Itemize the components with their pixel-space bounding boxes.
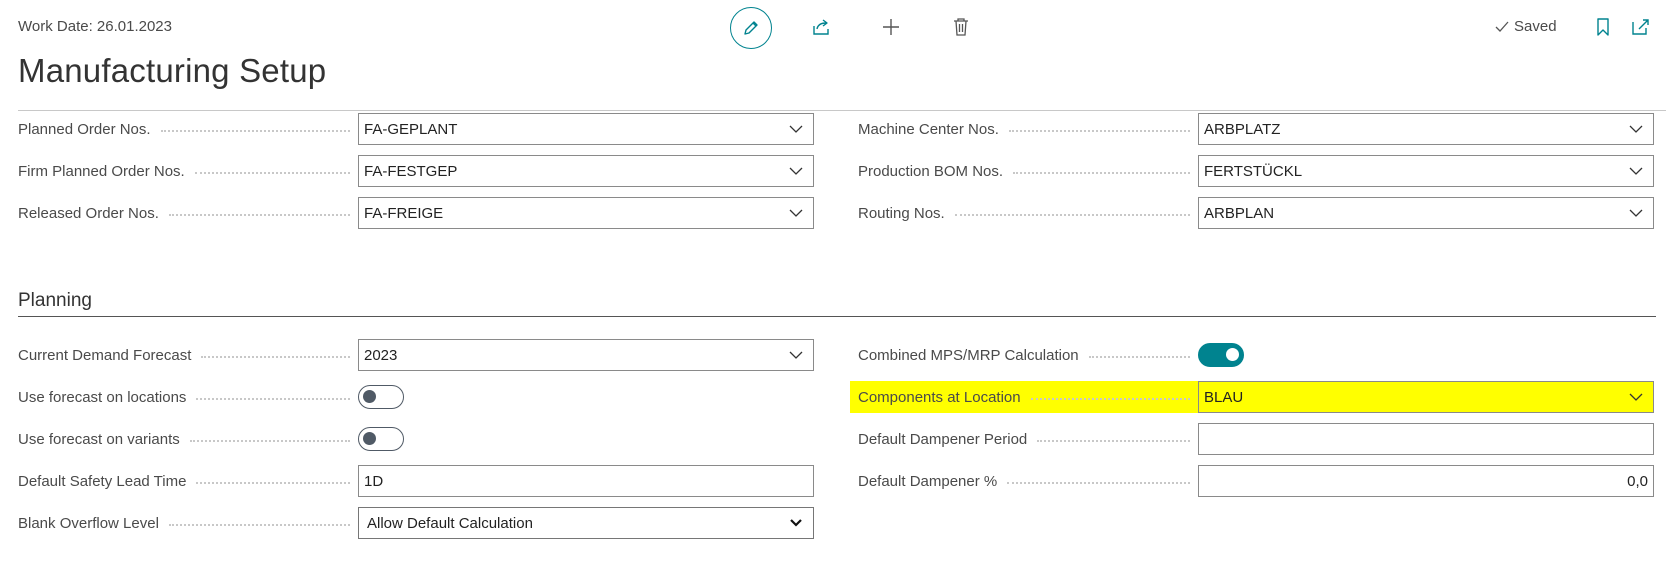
- production-bom-nos-field[interactable]: FERTSTÜCKL: [1198, 155, 1654, 187]
- chevron-down-icon[interactable]: [789, 164, 803, 178]
- chevron-down-icon[interactable]: [789, 122, 803, 136]
- combined-mps-mrp-row: Combined MPS/MRP Calculation: [858, 339, 1654, 371]
- field-value: 1D: [364, 472, 384, 490]
- field-label: Use forecast on variants: [18, 430, 180, 448]
- work-date[interactable]: Work Date: 26.01.2023: [18, 18, 172, 35]
- toggle-knob: [363, 390, 376, 403]
- bookmark-button[interactable]: [1590, 14, 1616, 40]
- delete-button[interactable]: [948, 14, 974, 40]
- trash-icon: [954, 18, 968, 36]
- open-in-new-window-icon: [1632, 19, 1649, 35]
- current-demand-forecast-field[interactable]: 2023: [358, 339, 814, 371]
- field-label: Default Dampener %: [858, 472, 998, 490]
- chevron-down-icon[interactable]: [1629, 164, 1643, 178]
- checkmark-icon: [1495, 21, 1509, 32]
- use-forecast-variants-toggle[interactable]: [358, 427, 404, 451]
- planning-section-title[interactable]: Planning: [18, 290, 92, 312]
- field-value: FERTSTÜCKL: [1204, 162, 1303, 180]
- open-new-window-button[interactable]: [1628, 14, 1654, 40]
- current-demand-forecast-row: Current Demand Forecast 2023: [18, 339, 814, 371]
- firm-planned-order-nos-field[interactable]: FA-FESTGEP: [358, 155, 814, 187]
- routing-nos-field[interactable]: ARBPLAN: [1198, 197, 1654, 229]
- planned-order-nos-row: Planned Order Nos. FA-GEPLANT: [18, 113, 814, 145]
- new-button[interactable]: [878, 14, 904, 40]
- field-value: BLAU: [1204, 388, 1244, 406]
- field-label: Default Dampener Period: [858, 430, 1028, 448]
- pencil-icon: [744, 21, 758, 35]
- edit-button[interactable]: [730, 7, 772, 49]
- field-label: Default Safety Lead Time: [18, 472, 187, 490]
- machine-center-nos-row: Machine Center Nos. ARBPLATZ: [858, 113, 1654, 145]
- field-label: Firm Planned Order Nos.: [18, 162, 185, 180]
- field-label: Planned Order Nos.: [18, 120, 151, 138]
- field-value: 2023: [364, 346, 398, 364]
- blank-overflow-level-row: Blank Overflow Level Allow Default Calcu…: [18, 507, 814, 539]
- share-button[interactable]: [808, 14, 834, 40]
- default-dampener-pct-row: Default Dampener % 0,0: [858, 465, 1654, 497]
- field-label: Routing Nos.: [858, 204, 945, 222]
- bookmark-icon: [1597, 18, 1609, 36]
- field-value: Allow Default Calculation: [367, 514, 533, 532]
- combined-mps-mrp-toggle[interactable]: [1198, 343, 1244, 367]
- chevron-down-icon[interactable]: [789, 516, 803, 530]
- use-forecast-locations-row: Use forecast on locations: [18, 381, 814, 413]
- released-order-nos-row: Released Order Nos. FA-FREIGE: [18, 197, 814, 229]
- toggle-knob: [1226, 348, 1239, 361]
- field-value: FA-FREIGE: [364, 204, 444, 222]
- field-value: ARBPLATZ: [1204, 120, 1281, 138]
- chevron-down-icon[interactable]: [789, 206, 803, 220]
- planned-order-nos-field[interactable]: FA-GEPLANT: [358, 113, 814, 145]
- plus-icon: [883, 19, 899, 35]
- field-value: FA-GEPLANT: [364, 120, 458, 138]
- components-at-location-row: Components at Location BLAU: [850, 381, 1654, 413]
- page-title: Manufacturing Setup: [18, 52, 327, 89]
- machine-center-nos-field[interactable]: ARBPLATZ: [1198, 113, 1654, 145]
- field-label: Blank Overflow Level: [18, 514, 159, 532]
- field-label: Released Order Nos.: [18, 204, 159, 222]
- field-value: 0,0: [1627, 472, 1648, 490]
- use-forecast-variants-row: Use forecast on variants: [18, 423, 814, 455]
- released-order-nos-field[interactable]: FA-FREIGE: [358, 197, 814, 229]
- field-label: Combined MPS/MRP Calculation: [858, 346, 1079, 364]
- firm-planned-order-nos-row: Firm Planned Order Nos. FA-FESTGEP: [18, 155, 814, 187]
- default-safety-lead-time-row: Default Safety Lead Time 1D: [18, 465, 814, 497]
- header-divider: [18, 110, 1666, 111]
- field-label: Machine Center Nos.: [858, 120, 999, 138]
- toggle-knob: [363, 432, 376, 445]
- section-divider: [18, 316, 1656, 317]
- chevron-down-icon[interactable]: [1629, 390, 1643, 404]
- default-dampener-period-row: Default Dampener Period: [858, 423, 1654, 455]
- components-at-location-field[interactable]: BLAU: [1198, 381, 1654, 413]
- saved-status: Saved: [1494, 18, 1557, 35]
- default-dampener-pct-field[interactable]: 0,0: [1198, 465, 1654, 497]
- share-icon: [813, 19, 829, 35]
- use-forecast-locations-toggle[interactable]: [358, 385, 404, 409]
- default-dampener-period-field[interactable]: [1198, 423, 1654, 455]
- field-label: Components at Location: [858, 388, 1021, 406]
- production-bom-nos-row: Production BOM Nos. FERTSTÜCKL: [858, 155, 1654, 187]
- field-label: Use forecast on locations: [18, 388, 187, 406]
- saved-label: Saved: [1514, 18, 1557, 35]
- chevron-down-icon[interactable]: [789, 348, 803, 362]
- default-safety-lead-time-field[interactable]: 1D: [358, 465, 814, 497]
- chevron-down-icon[interactable]: [1629, 122, 1643, 136]
- field-value: ARBPLAN: [1204, 204, 1275, 222]
- chevron-down-icon[interactable]: [1629, 206, 1643, 220]
- field-value: FA-FESTGEP: [364, 162, 458, 180]
- blank-overflow-level-select[interactable]: Allow Default Calculation: [358, 507, 814, 539]
- field-label: Production BOM Nos.: [858, 162, 1004, 180]
- field-label: Current Demand Forecast: [18, 346, 192, 364]
- routing-nos-row: Routing Nos. ARBPLAN: [858, 197, 1654, 229]
